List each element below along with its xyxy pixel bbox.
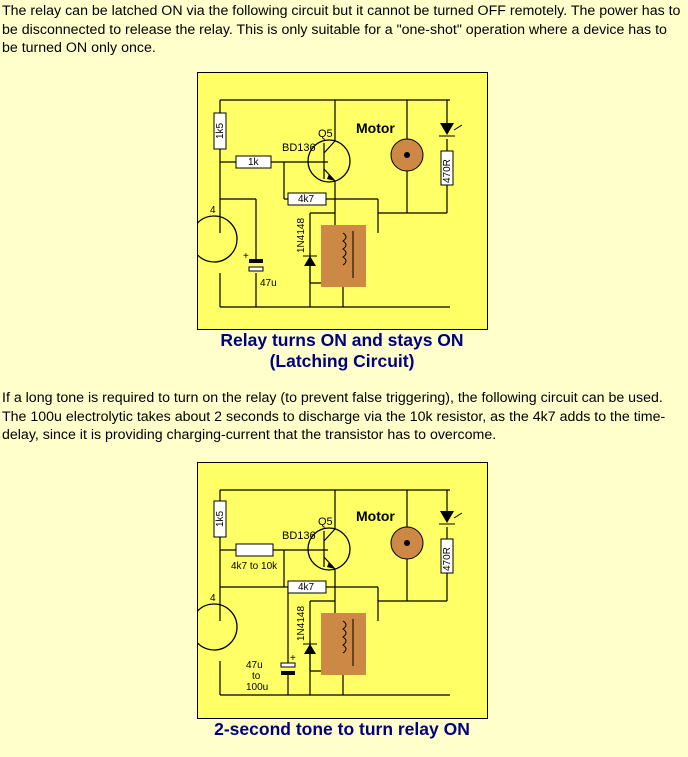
- label-cap-line1: 47u: [246, 660, 263, 671]
- label-470r: 470R: [442, 547, 453, 571]
- label-q4: 4: [210, 593, 216, 604]
- led-icon: [440, 511, 454, 523]
- label-motor: Motor: [356, 508, 395, 524]
- capacitor-icon: [249, 259, 263, 263]
- label-4k7: 4k7: [298, 194, 315, 205]
- label-r-top: 1k5: [215, 510, 226, 527]
- relay-icon: [321, 613, 366, 675]
- label-1n4148: 1N4148: [296, 218, 307, 253]
- label-cap-plus: +: [290, 653, 296, 664]
- label-q4: 4: [210, 205, 216, 216]
- label-470r: 470R: [442, 159, 453, 183]
- transistor-q4-partial: [198, 603, 238, 651]
- label-4k7: 4k7: [298, 582, 315, 593]
- label-cap-plus: +: [243, 251, 249, 262]
- label-r-base: 1k: [248, 157, 260, 168]
- middle-paragraph: If a long tone is required to turn on th…: [2, 390, 666, 443]
- timed-circuit-diagram: 1k5 4k7 to 10k Q5 BD136 Motor 470R 4k7 1…: [197, 462, 488, 719]
- diode-icon: [304, 256, 316, 266]
- latching-circuit-diagram: 1k5 1k Q5 BD136 Motor 470R 4k7 1N4148 47…: [197, 72, 488, 330]
- latching-caption: Relay turns ON and stays ON (Latching Ci…: [150, 330, 534, 372]
- relay-icon: [321, 225, 366, 287]
- label-cap-line3: 100u: [246, 682, 268, 693]
- transistor-q4-partial: [198, 215, 238, 263]
- led-icon: [440, 123, 454, 135]
- diode-icon: [304, 644, 316, 654]
- resistor-base: [235, 543, 274, 557]
- label-bd136: BD136: [282, 142, 316, 154]
- timed-circuit-schematic: 1k5 4k7 to 10k Q5 BD136 Motor 470R 4k7 1…: [198, 489, 463, 696]
- label-cap: 47u: [260, 278, 277, 289]
- label-cap-line2: to: [252, 671, 261, 682]
- label-bd136: BD136: [282, 530, 316, 542]
- label-r-top: 1k5: [215, 122, 226, 139]
- label-r-base: 4k7 to 10k: [231, 561, 278, 572]
- label-q5: Q5: [318, 128, 333, 140]
- timed-caption: 2-second tone to turn relay ON: [214, 719, 470, 739]
- latching-circuit-schematic: 1k5 1k Q5 BD136 Motor 470R 4k7 1N4148 47…: [198, 99, 463, 308]
- label-motor: Motor: [356, 120, 395, 136]
- latching-caption-line2: (Latching Circuit): [269, 351, 415, 371]
- label-1n4148: 1N4148: [296, 606, 307, 641]
- intro-paragraph: The relay can be latched ON via the foll…: [2, 3, 681, 56]
- label-q5: Q5: [318, 516, 333, 528]
- latching-caption-line1: Relay turns ON and stays ON: [220, 330, 464, 350]
